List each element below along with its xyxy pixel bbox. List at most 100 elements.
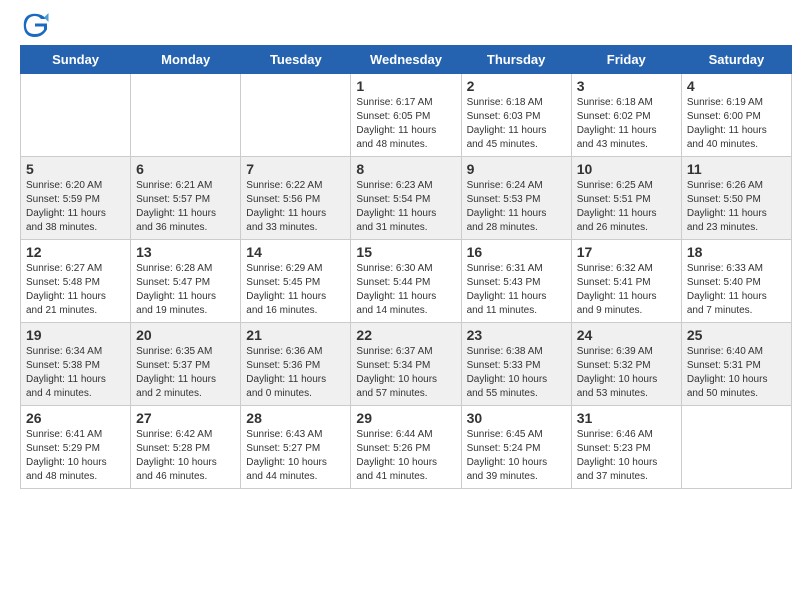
calendar-cell bbox=[131, 74, 241, 157]
day-info: Sunrise: 6:20 AM Sunset: 5:59 PM Dayligh… bbox=[26, 179, 125, 235]
calendar-cell: 2 Sunrise: 6:18 AM Sunset: 6:03 PM Daylig… bbox=[461, 74, 571, 157]
day-info: Sunrise: 6:33 AM Sunset: 5:40 PM Dayligh… bbox=[687, 262, 786, 318]
day-info: Sunrise: 6:28 AM Sunset: 5:47 PM Dayligh… bbox=[136, 262, 235, 318]
week-row-4: 19 Sunrise: 6:34 AM Sunset: 5:38 PM Dayli… bbox=[21, 323, 792, 406]
calendar-cell: 20Sunrise: 6:35 AM Sunset: 5:37 PM Dayli… bbox=[131, 323, 241, 406]
logo-icon bbox=[20, 10, 50, 40]
calendar-cell: 19 Sunrise: 6:34 AM Sunset: 5:38 PM Dayli… bbox=[21, 323, 131, 406]
day-number: 15 bbox=[356, 244, 455, 260]
day-info: Sunrise: 6:44 AM Sunset: 5:26 PM Dayligh… bbox=[356, 428, 455, 484]
calendar-cell: 24 Sunrise: 6:39 AM Sunset: 5:32 PM Dayli… bbox=[571, 323, 681, 406]
day-number: 14 bbox=[246, 244, 345, 260]
day-number: 30 bbox=[467, 410, 566, 426]
calendar-cell: 15 Sunrise: 6:30 AM Sunset: 5:44 PM Dayli… bbox=[351, 240, 461, 323]
day-info: Sunrise: 6:18 AM Sunset: 6:03 PM Dayligh… bbox=[467, 96, 566, 152]
week-row-1: 1Sunrise: 6:17 AM Sunset: 6:05 PM Daylig… bbox=[21, 74, 792, 157]
day-header-tuesday: Tuesday bbox=[241, 46, 351, 74]
day-info: Sunrise: 6:39 AM Sunset: 5:32 PM Dayligh… bbox=[577, 345, 676, 401]
calendar-cell: 30 Sunrise: 6:45 AM Sunset: 5:24 PM Dayli… bbox=[461, 406, 571, 489]
week-row-2: 5 Sunrise: 6:20 AM Sunset: 5:59 PM Daylig… bbox=[21, 157, 792, 240]
day-number: 4 bbox=[687, 78, 786, 94]
calendar-cell: 11 Sunrise: 6:26 AM Sunset: 5:50 PM Dayli… bbox=[681, 157, 791, 240]
day-number: 27 bbox=[136, 410, 235, 426]
day-info: Sunrise: 6:36 AM Sunset: 5:36 PM Dayligh… bbox=[246, 345, 345, 401]
day-number: 7 bbox=[246, 161, 345, 177]
day-info: Sunrise: 6:27 AM Sunset: 5:48 PM Dayligh… bbox=[26, 262, 125, 318]
day-info: Sunrise: 6:22 AM Sunset: 5:56 PM Dayligh… bbox=[246, 179, 345, 235]
day-number: 2 bbox=[467, 78, 566, 94]
day-info: Sunrise: 6:26 AM Sunset: 5:50 PM Dayligh… bbox=[687, 179, 786, 235]
day-info: Sunrise: 6:40 AM Sunset: 5:31 PM Dayligh… bbox=[687, 345, 786, 401]
day-info: Sunrise: 6:43 AM Sunset: 5:27 PM Dayligh… bbox=[246, 428, 345, 484]
calendar-cell: 18 Sunrise: 6:33 AM Sunset: 5:40 PM Dayli… bbox=[681, 240, 791, 323]
calendar-cell: 14 Sunrise: 6:29 AM Sunset: 5:45 PM Dayli… bbox=[241, 240, 351, 323]
day-number: 23 bbox=[467, 327, 566, 343]
week-row-5: 26 Sunrise: 6:41 AM Sunset: 5:29 PM Dayli… bbox=[21, 406, 792, 489]
calendar-cell: 22Sunrise: 6:37 AM Sunset: 5:34 PM Dayli… bbox=[351, 323, 461, 406]
day-number: 29 bbox=[356, 410, 455, 426]
day-info: Sunrise: 6:29 AM Sunset: 5:45 PM Dayligh… bbox=[246, 262, 345, 318]
calendar-cell: 5 Sunrise: 6:20 AM Sunset: 5:59 PM Daylig… bbox=[21, 157, 131, 240]
calendar-cell: 6 Sunrise: 6:21 AM Sunset: 5:57 PM Daylig… bbox=[131, 157, 241, 240]
day-header-sunday: Sunday bbox=[21, 46, 131, 74]
day-number: 9 bbox=[467, 161, 566, 177]
day-number: 3 bbox=[577, 78, 676, 94]
day-info: Sunrise: 6:19 AM Sunset: 6:00 PM Dayligh… bbox=[687, 96, 786, 152]
calendar-wrapper: SundayMondayTuesdayWednesdayThursdayFrid… bbox=[0, 45, 792, 499]
day-number: 18 bbox=[687, 244, 786, 260]
day-number: 10 bbox=[577, 161, 676, 177]
day-headers-row: SundayMondayTuesdayWednesdayThursdayFrid… bbox=[21, 46, 792, 74]
calendar-cell: 27 Sunrise: 6:42 AM Sunset: 5:28 PM Dayli… bbox=[131, 406, 241, 489]
calendar-cell: 25Sunrise: 6:40 AM Sunset: 5:31 PM Dayli… bbox=[681, 323, 791, 406]
day-header-friday: Friday bbox=[571, 46, 681, 74]
day-number: 22 bbox=[356, 327, 455, 343]
week-row-3: 12 Sunrise: 6:27 AM Sunset: 5:48 PM Dayli… bbox=[21, 240, 792, 323]
calendar-cell: 26 Sunrise: 6:41 AM Sunset: 5:29 PM Dayli… bbox=[21, 406, 131, 489]
calendar-cell bbox=[681, 406, 791, 489]
day-info: Sunrise: 6:45 AM Sunset: 5:24 PM Dayligh… bbox=[467, 428, 566, 484]
day-info: Sunrise: 6:21 AM Sunset: 5:57 PM Dayligh… bbox=[136, 179, 235, 235]
calendar-cell: 16 Sunrise: 6:31 AM Sunset: 5:43 PM Dayli… bbox=[461, 240, 571, 323]
day-number: 5 bbox=[26, 161, 125, 177]
day-info: Sunrise: 6:24 AM Sunset: 5:53 PM Dayligh… bbox=[467, 179, 566, 235]
day-info: Sunrise: 6:18 AM Sunset: 6:02 PM Dayligh… bbox=[577, 96, 676, 152]
day-info: Sunrise: 6:32 AM Sunset: 5:41 PM Dayligh… bbox=[577, 262, 676, 318]
logo bbox=[20, 10, 52, 40]
day-number: 1 bbox=[356, 78, 455, 94]
page-header bbox=[0, 0, 792, 45]
day-info: Sunrise: 6:30 AM Sunset: 5:44 PM Dayligh… bbox=[356, 262, 455, 318]
calendar-cell: 13Sunrise: 6:28 AM Sunset: 5:47 PM Dayli… bbox=[131, 240, 241, 323]
calendar-cell: 23 Sunrise: 6:38 AM Sunset: 5:33 PM Dayli… bbox=[461, 323, 571, 406]
day-info: Sunrise: 6:38 AM Sunset: 5:33 PM Dayligh… bbox=[467, 345, 566, 401]
day-header-saturday: Saturday bbox=[681, 46, 791, 74]
day-number: 31 bbox=[577, 410, 676, 426]
day-info: Sunrise: 6:41 AM Sunset: 5:29 PM Dayligh… bbox=[26, 428, 125, 484]
day-number: 21 bbox=[246, 327, 345, 343]
calendar-cell: 3 Sunrise: 6:18 AM Sunset: 6:02 PM Daylig… bbox=[571, 74, 681, 157]
day-number: 11 bbox=[687, 161, 786, 177]
calendar-cell: 7 Sunrise: 6:22 AM Sunset: 5:56 PM Daylig… bbox=[241, 157, 351, 240]
day-info: Sunrise: 6:46 AM Sunset: 5:23 PM Dayligh… bbox=[577, 428, 676, 484]
day-number: 8 bbox=[356, 161, 455, 177]
calendar-cell: 4 Sunrise: 6:19 AM Sunset: 6:00 PM Daylig… bbox=[681, 74, 791, 157]
calendar-cell: 31 Sunrise: 6:46 AM Sunset: 5:23 PM Dayli… bbox=[571, 406, 681, 489]
day-number: 26 bbox=[26, 410, 125, 426]
day-number: 24 bbox=[577, 327, 676, 343]
day-info: Sunrise: 6:34 AM Sunset: 5:38 PM Dayligh… bbox=[26, 345, 125, 401]
day-info: Sunrise: 6:42 AM Sunset: 5:28 PM Dayligh… bbox=[136, 428, 235, 484]
day-number: 6 bbox=[136, 161, 235, 177]
day-info: Sunrise: 6:35 AM Sunset: 5:37 PM Dayligh… bbox=[136, 345, 235, 401]
day-number: 19 bbox=[26, 327, 125, 343]
calendar-cell bbox=[21, 74, 131, 157]
calendar-table: SundayMondayTuesdayWednesdayThursdayFrid… bbox=[20, 45, 792, 489]
day-number: 28 bbox=[246, 410, 345, 426]
calendar-cell: 12 Sunrise: 6:27 AM Sunset: 5:48 PM Dayli… bbox=[21, 240, 131, 323]
day-info: Sunrise: 6:23 AM Sunset: 5:54 PM Dayligh… bbox=[356, 179, 455, 235]
day-header-thursday: Thursday bbox=[461, 46, 571, 74]
calendar-cell: 10Sunrise: 6:25 AM Sunset: 5:51 PM Dayli… bbox=[571, 157, 681, 240]
calendar-cell: 28 Sunrise: 6:43 AM Sunset: 5:27 PM Dayli… bbox=[241, 406, 351, 489]
day-info: Sunrise: 6:31 AM Sunset: 5:43 PM Dayligh… bbox=[467, 262, 566, 318]
day-number: 16 bbox=[467, 244, 566, 260]
calendar-cell bbox=[241, 74, 351, 157]
day-number: 12 bbox=[26, 244, 125, 260]
